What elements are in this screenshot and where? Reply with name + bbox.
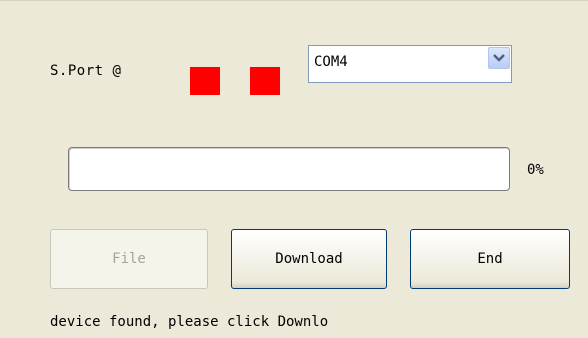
- com-port-value: COM4: [314, 54, 348, 70]
- file-button[interactable]: File: [50, 229, 208, 289]
- end-button[interactable]: End: [410, 229, 570, 289]
- download-progress-bar: [68, 147, 510, 191]
- chevron-down-icon: [493, 54, 505, 62]
- download-button[interactable]: Download: [231, 229, 387, 289]
- port-indicator-2: [250, 67, 280, 95]
- download-panel: S.Port @ COM4 0% File Download End devic…: [0, 0, 588, 338]
- dropdown-button[interactable]: [488, 47, 510, 69]
- com-port-select[interactable]: COM4: [308, 45, 512, 83]
- port-indicator-1: [190, 67, 220, 95]
- status-message: device found, please click Downlo: [50, 314, 329, 330]
- progress-percent: 0%: [527, 162, 544, 178]
- serial-port-label: S.Port @: [50, 63, 122, 79]
